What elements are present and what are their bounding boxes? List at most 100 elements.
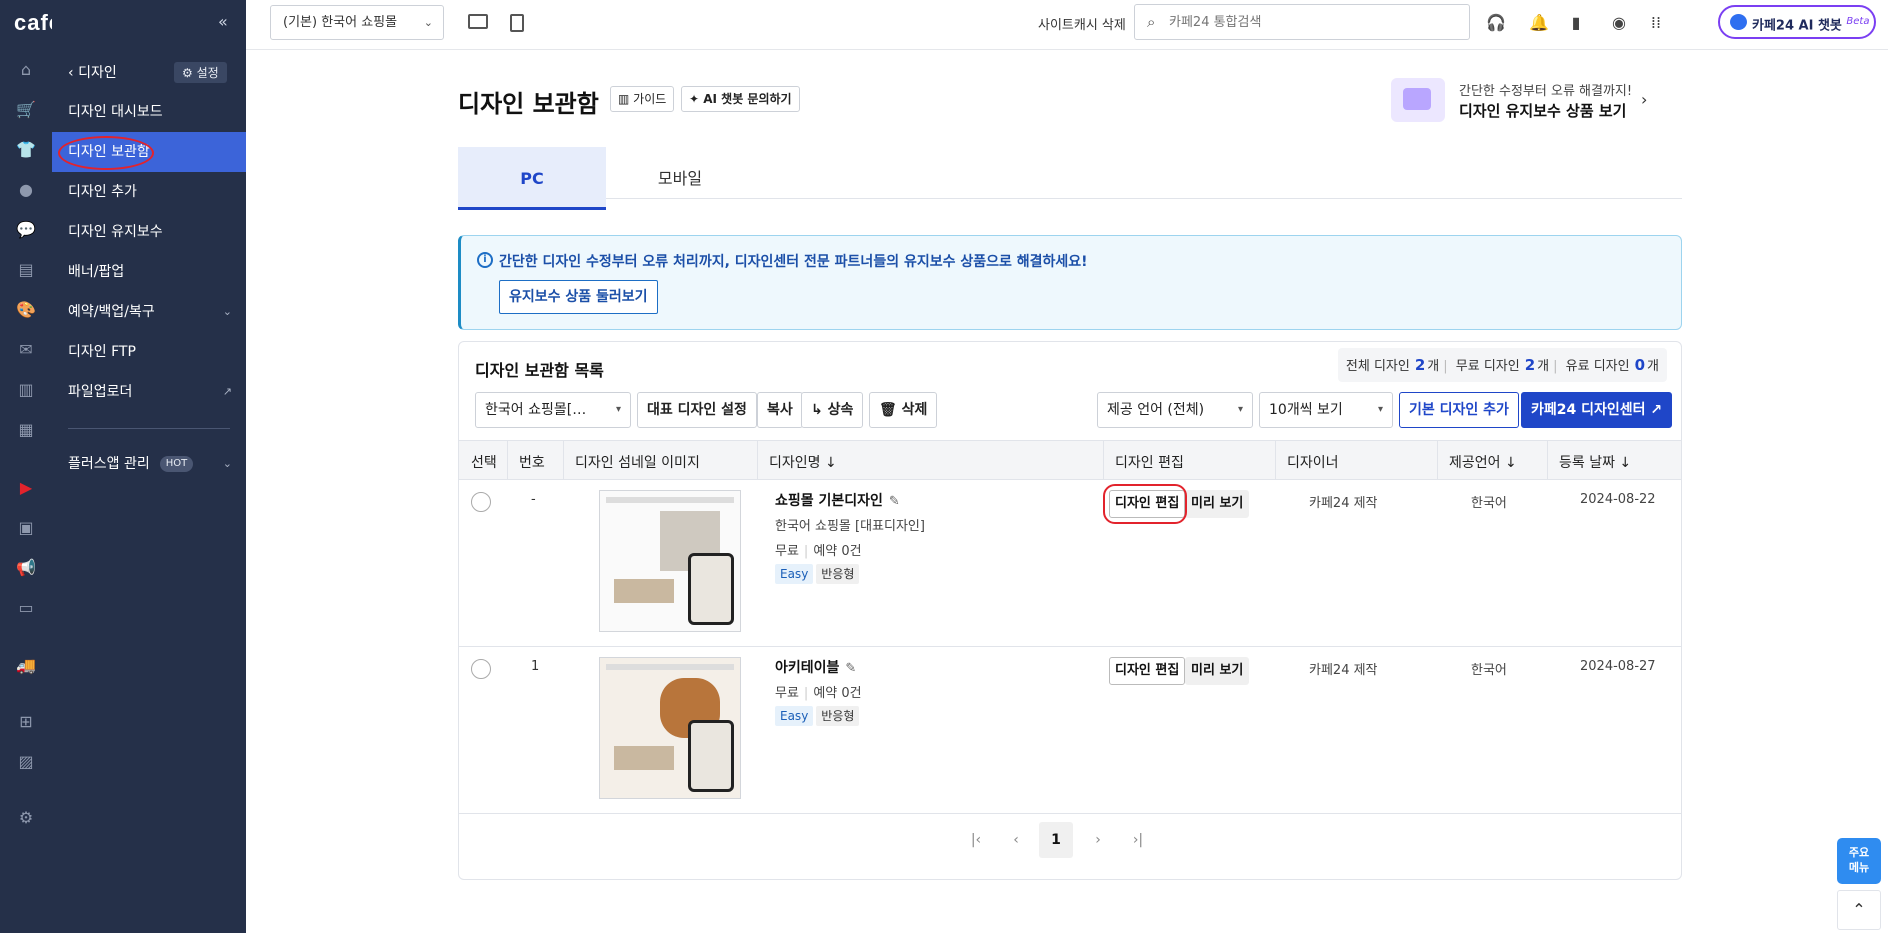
main-content: 디자인 보관함 ▥ 가이드 ✦ AI 챗봇 문의하기 간단한 수정부터 오류 해… [246, 50, 1888, 933]
bookmark-icon[interactable]: ▮ [1566, 13, 1586, 33]
sidebar-item-file-uploader[interactable]: 파일업로더 ↗ [52, 372, 246, 412]
responsive-badge: 반응형 [816, 706, 860, 726]
tab-mobile[interactable]: 모바일 [606, 147, 754, 210]
last-page-button[interactable]: ›| [1121, 822, 1155, 858]
sidebar-item-ftp[interactable]: 디자인 FTP [52, 332, 246, 372]
sidebar-item-reserve-backup[interactable]: 예약/백업/복구 ⌄ [52, 292, 246, 332]
promo-illustration [1391, 78, 1445, 122]
desktop-icon[interactable] [468, 14, 488, 29]
chevron-left-icon: ‹ [68, 65, 79, 81]
preview-button[interactable]: 미리 보기 [1185, 490, 1250, 518]
mall-select[interactable]: (기본) 한국어 쇼핑몰 ⌄ [270, 5, 444, 40]
add-basic-design-button[interactable]: 기본 디자인 추가 [1399, 392, 1519, 428]
document-icon[interactable]: ▤ [16, 260, 36, 280]
guide-button[interactable]: ▥ 가이드 [610, 86, 675, 112]
next-page-button[interactable]: › [1081, 822, 1115, 858]
language-filter-select[interactable]: 제공 언어 (전체) ▾ [1097, 392, 1253, 428]
per-page-select[interactable]: 10개씩 보기 ▾ [1259, 392, 1393, 428]
sidebar-back[interactable]: ‹ 디자인 [68, 62, 117, 82]
delete-button[interactable]: 🗑 삭제 [869, 392, 938, 428]
sidebar-settings-button[interactable]: ⚙ 설정 [174, 62, 227, 83]
prev-page-button[interactable]: ‹ [999, 822, 1033, 858]
inherit-button[interactable]: ↳ 상속 [801, 392, 864, 428]
info-icon: i [477, 252, 493, 268]
pencil-icon[interactable]: ✎ [889, 494, 900, 509]
apps-icon[interactable]: ⊞ [16, 712, 36, 732]
page-title: 디자인 보관함 [458, 90, 599, 118]
design-edit-button[interactable]: 디자인 편집 [1109, 657, 1186, 685]
account-icon[interactable]: ◉ [1609, 13, 1629, 33]
reg-date: 2024-08-22 [1580, 492, 1656, 507]
main-menu-button[interactable]: 주요 메뉴 [1837, 838, 1881, 884]
apps-grid-icon[interactable]: ⁞⁞ [1646, 13, 1666, 33]
pencil-icon[interactable]: ✎ [845, 661, 856, 676]
table-row: 1 아키테이블 ✎ 무료 | 예약 0건 Easy 반응형 디자인 편집 미리 보기 카… [459, 647, 1681, 814]
ai-chatbot-button[interactable]: 카페24 AI 챗봇 Beta [1718, 5, 1876, 39]
palette-icon[interactable]: 🎨 [16, 300, 36, 320]
design-list-panel: 디자인 보관함 목록 전체 디자인 2 개 | 무료 디자인 2 개 | 유료 디자인 0 개 … [458, 341, 1682, 880]
design-thumbnail[interactable] [599, 490, 741, 632]
sidebar-item-plus-app[interactable]: 플러스앱 관리 HOT ⌄ [52, 444, 246, 484]
gear-icon: ⚙ [182, 66, 197, 80]
scroll-top-button[interactable]: ⌃ [1837, 890, 1881, 930]
page-1-button[interactable]: 1 [1039, 822, 1073, 858]
chevron-down-icon: ▾ [1237, 404, 1243, 415]
tablet-icon[interactable] [510, 14, 524, 32]
chevron-down-icon: ▾ [615, 404, 621, 415]
megaphone-icon[interactable]: 📢 [16, 558, 36, 578]
language: 한국어 [1471, 496, 1507, 511]
col-language[interactable]: 제공언어 ↓ [1449, 452, 1517, 472]
designer: 카페24 제작 [1309, 496, 1378, 511]
table-row: - 쇼핑몰 기본디자인 ✎ 한국어 쇼핑몰 [대표디자인] 무료 | 예약 0건 Ea… [459, 480, 1681, 647]
pagination: |‹ ‹ 1 › ›| [959, 822, 1179, 858]
chat-icon[interactable]: 💬 [16, 220, 36, 240]
sidebar-item-banner-popup[interactable]: 배너/팝업 [52, 252, 246, 292]
col-design-edit: 디자인 편집 [1115, 455, 1184, 471]
preview-button[interactable]: 미리 보기 [1185, 657, 1250, 685]
trash-icon: 🗑 [879, 402, 902, 418]
browse-maintenance-button[interactable]: 유지보수 상품 둘러보기 [499, 280, 658, 314]
tab-pc[interactable]: PC [458, 147, 606, 210]
mall-filter-select[interactable]: 한국어 쇼핑몰[… ▾ [475, 392, 631, 428]
excel-icon[interactable]: ▦ [16, 420, 36, 440]
cart-icon[interactable]: 🛒 [16, 100, 36, 120]
chart-icon[interactable]: ▥ [16, 380, 36, 400]
design-thumbnail[interactable] [599, 657, 741, 799]
maintenance-promo[interactable]: 간단한 수정부터 오류 해결까지! 디자인 유지보수 상품 보기 › [1391, 78, 1651, 134]
mail-icon[interactable]: ✉ [16, 340, 36, 360]
site-cache-delete[interactable]: 사이트캐시 삭제 [1038, 14, 1126, 33]
store-icon[interactable]: ▭ [16, 598, 36, 618]
easy-badge: Easy [775, 706, 814, 726]
sparkle-icon: ✦ [689, 92, 704, 106]
sidebar-item-add-design[interactable]: 디자인 추가 [52, 172, 246, 212]
youtube-icon[interactable]: ▶ [16, 478, 36, 498]
sidebar-item-maintenance[interactable]: 디자인 유지보수 [52, 212, 246, 252]
set-main-design-button[interactable]: 대표 디자인 설정 [637, 392, 757, 428]
collapse-sidebar-icon[interactable]: « [218, 12, 228, 31]
design-center-button[interactable]: 카페24 디자인센터 ↗ [1521, 392, 1673, 428]
headset-icon[interactable]: 🎧 [1486, 13, 1506, 33]
user-icon[interactable]: ● [16, 180, 36, 200]
row-select-radio[interactable] [471, 659, 491, 679]
col-reg-date[interactable]: 등록 날짜 ↓ [1559, 452, 1631, 472]
first-page-button[interactable]: |‹ [959, 822, 993, 858]
briefcase-icon[interactable]: ▣ [16, 518, 36, 538]
maintenance-notice: i 간단한 디자인 수정부터 오류 처리까지, 디자인센터 전문 파트너들의 유… [458, 235, 1682, 330]
ai-logo-icon [1730, 14, 1747, 30]
search-input[interactable] [1169, 11, 1449, 33]
external-link-icon: ↗ [1645, 402, 1663, 418]
col-design-name[interactable]: 디자인명 ↓ [769, 452, 837, 472]
shirt-icon[interactable]: 👕 [16, 140, 36, 160]
sidebar-item-dashboard[interactable]: 디자인 대시보드 [52, 92, 246, 132]
copy-button[interactable]: 복사 [757, 392, 803, 428]
home-icon[interactable]: ⌂ [16, 60, 36, 80]
row-select-radio[interactable] [471, 492, 491, 512]
gear-icon[interactable]: ⚙ [16, 808, 36, 828]
bell-icon[interactable]: 🔔 [1529, 13, 1549, 33]
folder-plus-icon[interactable]: ▨ [16, 752, 36, 772]
chevron-right-icon: › [1641, 90, 1648, 109]
inherit-arrow-icon: ↳ [811, 402, 828, 418]
truck-icon[interactable]: 🚚 [16, 656, 36, 676]
device-tabs: PC 모바일 [458, 147, 1682, 210]
ai-chatbot-ask-button[interactable]: ✦ AI 챗봇 문의하기 [681, 86, 800, 112]
